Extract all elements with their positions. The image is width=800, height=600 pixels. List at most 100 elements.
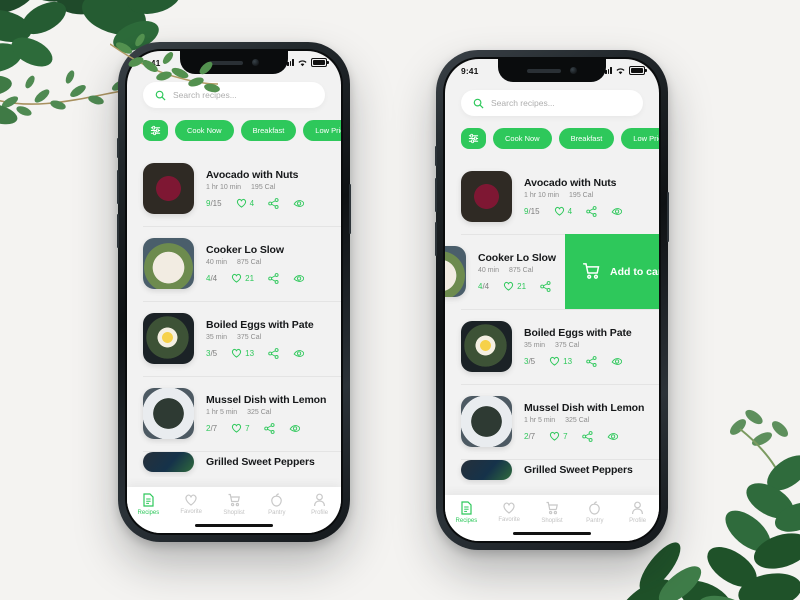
recipe-like-button[interactable]: 13: [549, 356, 572, 366]
recipe-calories: 375 Cal: [237, 333, 262, 341]
eye-icon: [611, 207, 623, 215]
recipe-like-button[interactable]: 7: [549, 431, 568, 441]
wifi-icon: [298, 59, 307, 66]
recipe-calories: 325 Cal: [247, 408, 272, 416]
cart-icon: [546, 501, 558, 515]
sidebar-item-favorite[interactable]: Favorite: [488, 501, 531, 523]
document-icon: [143, 493, 154, 507]
recipe-like-button[interactable]: 13: [231, 348, 254, 358]
recipe-thumbnail: [143, 388, 194, 439]
recipe-like-button[interactable]: 4: [236, 198, 254, 208]
recipe-calories: 875 Cal: [237, 258, 262, 266]
table-row[interactable]: Boiled Eggs with Pate 35 min 375 Cal 3/5: [127, 301, 341, 376]
table-row[interactable]: Grilled Sweet Peppers: [127, 451, 341, 477]
sidebar-item-shoplist[interactable]: Shoplist: [531, 501, 574, 524]
share-icon: [586, 355, 597, 367]
eye-icon: [611, 357, 623, 365]
heart-icon: [232, 423, 242, 433]
app-screen-right: 9:41 Search recipes... Cook Now Breakfas…: [445, 59, 659, 541]
share-icon: [268, 272, 279, 284]
filter-pill-row[interactable]: Cook Now Breakfast Low Price: [127, 108, 341, 141]
filter-pill-row[interactable]: Cook Now Breakfast Low Price: [445, 116, 659, 149]
table-row-swiped[interactable]: Cooker Lo Slow 40 min 875 Cal 4/4 21 Add…: [445, 234, 659, 309]
filter-pill-breakfast[interactable]: Breakfast: [558, 128, 615, 149]
tab-label: Profile: [629, 518, 647, 524]
phone-notch: [180, 51, 288, 74]
recipe-progress: 4/4: [206, 273, 218, 283]
recipe-like-button[interactable]: 7: [231, 423, 250, 433]
filter-pill-low-price[interactable]: Low Price: [621, 128, 659, 149]
recipe-list-left[interactable]: Avocado with Nuts 1 hr 10 min 195 Cal 9/…: [127, 151, 341, 477]
sidebar-item-profile[interactable]: Profile: [616, 501, 659, 524]
search-input[interactable]: Search recipes...: [461, 90, 643, 116]
table-row[interactable]: Mussel Dish with Lemon 1 hr 5 min 325 Ca…: [127, 376, 341, 451]
recipe-view-button[interactable]: [293, 198, 305, 209]
apple-icon: [271, 493, 283, 507]
recipe-like-button[interactable]: 21: [503, 281, 526, 291]
recipe-view-button[interactable]: [611, 356, 623, 367]
recipe-share-button[interactable]: [586, 355, 597, 367]
table-row[interactable]: Grilled Sweet Peppers: [445, 459, 659, 485]
table-row[interactable]: Avocado with Nuts 1 hr 10 min 195 Cal 9/…: [445, 159, 659, 234]
recipe-view-button[interactable]: [289, 423, 301, 434]
recipe-title: Avocado with Nuts: [524, 176, 617, 189]
recipe-time: 1 hr 5 min: [524, 416, 556, 424]
battery-full-icon: [629, 66, 647, 75]
search-icon: [155, 90, 166, 101]
recipe-view-button[interactable]: [611, 206, 623, 217]
like-count: 4: [249, 198, 255, 208]
home-indicator[interactable]: [513, 531, 591, 535]
filter-pill-low-price[interactable]: Low Price: [303, 120, 341, 141]
recipe-view-button[interactable]: [293, 348, 305, 359]
recipe-share-button[interactable]: [263, 422, 275, 434]
recipe-view-button[interactable]: [293, 273, 305, 284]
eye-icon: [293, 199, 305, 207]
filter-settings-button[interactable]: [143, 120, 168, 141]
filter-pill-cook-now[interactable]: Cook Now: [493, 128, 552, 149]
apple-icon: [589, 501, 601, 515]
recipe-share-button[interactable]: [268, 272, 279, 284]
recipe-thumbnail: [143, 238, 194, 289]
phone-notch: [498, 59, 606, 82]
share-icon: [540, 280, 551, 292]
recipe-title: Boiled Eggs with Pate: [524, 326, 632, 339]
recipe-share-button[interactable]: [581, 430, 593, 442]
sidebar-item-favorite[interactable]: Favorite: [170, 493, 213, 515]
recipe-like-button[interactable]: 21: [231, 273, 254, 283]
recipe-calories: 195 Cal: [251, 183, 276, 191]
filter-pill-breakfast[interactable]: Breakfast: [240, 120, 297, 141]
table-row[interactable]: Boiled Eggs with Pate 35 min 375 Cal 3/5: [445, 309, 659, 384]
recipe-share-button[interactable]: [268, 197, 279, 209]
share-icon: [268, 347, 279, 359]
recipe-view-button[interactable]: [607, 431, 619, 442]
eye-icon: [293, 274, 305, 282]
sidebar-item-recipes[interactable]: Recipes: [445, 501, 488, 524]
recipe-share-button[interactable]: [540, 280, 551, 292]
recipe-list-right[interactable]: Avocado with Nuts 1 hr 10 min 195 Cal 9/…: [445, 159, 659, 485]
table-row[interactable]: Mussel Dish with Lemon 1 hr 5 min 325 Ca…: [445, 384, 659, 459]
recipe-title: Mussel Dish with Lemon: [524, 401, 645, 414]
recipe-like-button[interactable]: 4: [554, 206, 572, 216]
sidebar-item-pantry[interactable]: Pantry: [255, 493, 298, 516]
home-indicator[interactable]: [195, 523, 273, 527]
filter-sliders-icon: [150, 125, 161, 136]
recipe-thumbnail: [461, 321, 512, 372]
search-input[interactable]: Search recipes...: [143, 82, 325, 108]
speaker-grille: [209, 60, 243, 65]
sidebar-item-profile[interactable]: Profile: [298, 493, 341, 516]
add-to-cart-button[interactable]: Add to cart: [565, 234, 659, 309]
recipe-progress: 4/4: [478, 281, 490, 291]
heart-icon: [503, 502, 515, 514]
sidebar-item-pantry[interactable]: Pantry: [573, 501, 616, 524]
recipe-calories: 195 Cal: [569, 191, 594, 199]
recipe-share-button[interactable]: [268, 347, 279, 359]
sidebar-item-shoplist[interactable]: Shoplist: [213, 493, 256, 516]
sidebar-item-recipes[interactable]: Recipes: [127, 493, 170, 516]
filter-settings-button[interactable]: [461, 128, 486, 149]
recipe-thumbnail: [143, 313, 194, 364]
filter-pill-cook-now[interactable]: Cook Now: [175, 120, 234, 141]
recipe-progress: 2/7: [524, 431, 536, 441]
table-row[interactable]: Cooker Lo Slow 40 min 875 Cal 4/4 21: [127, 226, 341, 301]
recipe-share-button[interactable]: [586, 205, 597, 217]
table-row[interactable]: Avocado with Nuts 1 hr 10 min 195 Cal 9/…: [127, 151, 341, 226]
